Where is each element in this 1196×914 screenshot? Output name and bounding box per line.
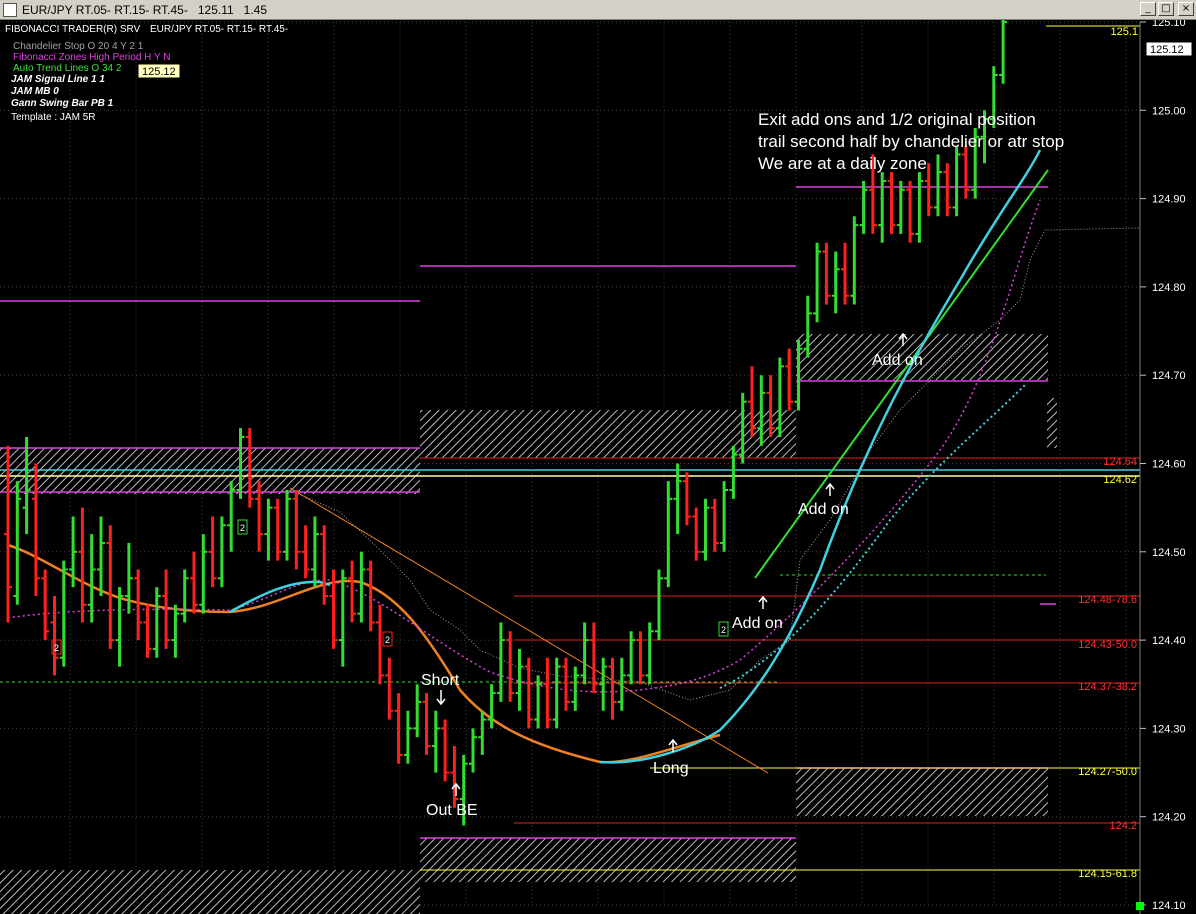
axis-tick-label: 124.40 (1152, 635, 1186, 647)
minimize-button[interactable]: _ (1140, 2, 1156, 16)
price-tooltip: 125.12 (142, 66, 176, 78)
indicator-jam-mb: JAM MB 0 (11, 86, 59, 97)
annotation-short: Short (421, 672, 460, 689)
level-label: 124.2 (1109, 820, 1137, 832)
window-title: EUR/JPY RT.05- RT.15- RT.45- 125.11 1.45 (22, 3, 268, 17)
restore-button[interactable]: □ (1158, 2, 1174, 16)
axis-tick-label: 124.90 (1152, 194, 1186, 206)
indicator-fib-zones: Fibonacci Zones High Period H Y N (13, 52, 171, 63)
level-label: 124.62 (1103, 474, 1137, 486)
annotation-add-on: Add on (798, 501, 849, 518)
level-label: 124.15-61.8 (1078, 868, 1137, 880)
hatched-zone (420, 838, 796, 882)
hatched-zone (1047, 398, 1057, 448)
level-label: 124.64 (1103, 456, 1137, 468)
close-button[interactable]: × (1178, 2, 1194, 16)
annotation-add-on: Add on (872, 352, 923, 369)
axis-tick-label: 124.30 (1152, 723, 1186, 735)
window-titlebar: EUR/JPY RT.05- RT.15- RT.45- 125.11 1.45… (0, 0, 1196, 20)
level-label: 124.27-50.0 (1078, 766, 1137, 778)
level-label: 124.43-50.0 (1078, 639, 1137, 651)
hatched-zone (0, 870, 420, 914)
platform-label: FIBONACCI TRADER(R) SRV (5, 24, 141, 35)
axis-tick-label: 124.10 (1152, 900, 1186, 912)
annotation-out-be: Out BE (426, 802, 478, 819)
annotation-exit-line: We are at a daily zone (758, 154, 927, 173)
axis-tick-label: 124.80 (1152, 282, 1186, 294)
axis-tick-label: 124.20 (1152, 812, 1186, 824)
indicator-jam-signal: JAM Signal Line 1 1 (11, 74, 105, 85)
indicator-chandelier: Chandelier Stop O 20 4 Y 2 1 (13, 41, 144, 52)
axis-tick-label: 125.10 (1152, 20, 1186, 29)
level-label: 124.37-38.2 (1078, 681, 1137, 693)
swing-signal-label: 2 (721, 625, 726, 635)
axis-tick-label: 124.50 (1152, 547, 1186, 559)
indicator-gann-swing: Gann Swing Bar PB 1 (11, 98, 114, 109)
level-label: 124.48-78.6 (1078, 594, 1137, 606)
swing-signal-label: 2 (240, 523, 245, 533)
current-price-label: 125.12 (1150, 44, 1184, 56)
hatched-zone (420, 410, 796, 458)
price-chart[interactable]: 124.64 124.62 124.48-78.6 124.43-50.0 124.37… (0, 20, 1196, 914)
app-icon[interactable] (3, 3, 17, 17)
indicator-auto-trend: Auto Trend Lines O 34 2 (13, 63, 122, 74)
axis-tick-label: 124.70 (1152, 370, 1186, 382)
axis-tick-label: 125.00 (1152, 105, 1186, 117)
swing-signal-label: 2 (385, 635, 390, 645)
symbol-label: EUR/JPY RT.05- RT.15- RT.45- (150, 24, 288, 35)
swing-signal-label: 2 (54, 643, 59, 653)
status-indicator (1136, 902, 1144, 910)
annotation-long: Long (653, 760, 689, 777)
annotation-exit-line: Exit add ons and 1/2 original position (758, 110, 1036, 129)
axis-tick-label: 124.60 (1152, 459, 1186, 471)
top-level-label: 125.1 (1110, 26, 1138, 38)
indicator-template: Template : JAM 5R (11, 112, 95, 123)
hatched-zone (0, 448, 420, 494)
annotation-add-on: Add on (732, 615, 783, 632)
hatched-zone (796, 768, 1048, 816)
annotation-exit-line: trail second half by chandelier or atr s… (758, 132, 1064, 151)
